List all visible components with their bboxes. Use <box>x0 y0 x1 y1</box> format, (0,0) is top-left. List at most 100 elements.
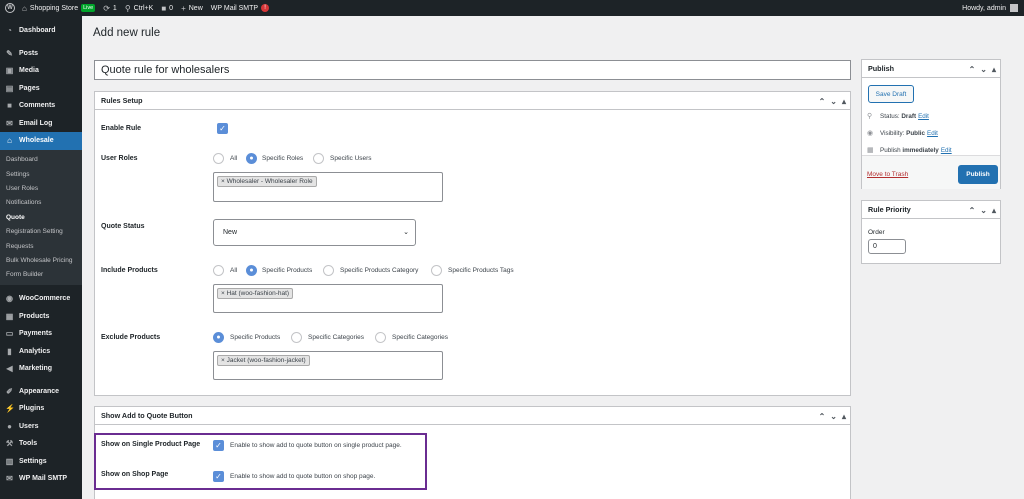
menu-settings[interactable]: ▥ Settings <box>0 453 82 471</box>
publish-time-row: ▦ Publish immediately Edit <box>867 146 952 155</box>
edit-visibility-link[interactable]: Edit <box>927 130 938 137</box>
exclude-specific-products-radio[interactable]: ● <box>213 332 224 343</box>
menu-pages[interactable]: ▤ Pages <box>0 80 82 98</box>
pin-icon: ⚲ <box>867 113 873 120</box>
submenu-form-builder[interactable]: Form Builder <box>0 268 82 282</box>
highlight-box <box>94 433 427 490</box>
move-down-icon[interactable]: ⌄ <box>980 65 987 74</box>
rule-title-input[interactable]: Quote rule for wholesalers <box>94 60 851 80</box>
calendar-icon: ▦ <box>867 147 874 154</box>
refresh-icon: ⟳ <box>103 3 110 13</box>
submenu-user-roles[interactable]: User Roles <box>0 181 82 195</box>
move-up-icon[interactable]: ⌃ <box>819 412 826 421</box>
order-input[interactable]: 0 <box>868 239 906 254</box>
radio-label: All <box>230 267 238 274</box>
include-products-select[interactable]: × Hat (woo-fashion-hat) <box>213 284 443 313</box>
search-icon: ⚲ <box>124 3 131 13</box>
move-up-icon[interactable]: ⌃ <box>819 97 826 106</box>
include-specific-category-radio[interactable] <box>323 265 334 276</box>
enable-rule-checkbox[interactable]: ✓ <box>217 123 228 134</box>
wholesale-submenu: Dashboard Settings User Roles Notificati… <box>0 149 82 286</box>
move-down-icon[interactable]: ⌄ <box>830 97 837 106</box>
publish-box: Publish ⌃ ⌄ ▴ Save Draft ⚲ Status: Draft… <box>861 59 1001 189</box>
visibility-row: ◉ Visibility: Public Edit <box>867 129 938 138</box>
user-roles-specific-roles-radio[interactable]: ● <box>246 153 257 164</box>
menu-woocommerce[interactable]: ◉ WooCommerce <box>0 290 82 308</box>
submenu-notifications[interactable]: Notifications <box>0 196 82 210</box>
menu-marketing[interactable]: ◀ Marketing <box>0 360 82 378</box>
pin-icon: ✎ <box>6 48 13 58</box>
submenu-bulk-wholesale-pricing[interactable]: Bulk Wholesale Pricing <box>0 253 82 267</box>
toggle-panel-icon[interactable]: ▴ <box>992 65 996 74</box>
new-content-link[interactable]: + New <box>181 4 203 13</box>
quote-status-select[interactable]: New ⌄ <box>213 219 416 246</box>
menu-tools[interactable]: ⚒ Tools <box>0 435 82 453</box>
user-roles-specific-users-radio[interactable] <box>313 153 324 164</box>
menu-wp-mail-smtp[interactable]: ✉ WP Mail SMTP <box>0 470 82 488</box>
submenu-dashboard[interactable]: Dashboard <box>0 153 82 167</box>
exclude-products-select[interactable]: × Jacket (woo-fashion-jacket) <box>213 351 443 380</box>
menu-products[interactable]: ▦ Products <box>0 308 82 326</box>
edit-publish-time-link[interactable]: Edit <box>941 147 952 154</box>
rules-setup-box: Rules Setup ⌃ ⌄ ▴ Enable Rule ✓ User Rol… <box>94 91 851 396</box>
menu-payments[interactable]: ▭ Payments <box>0 325 82 343</box>
toggle-panel-icon[interactable]: ▴ <box>842 412 846 421</box>
edit-status-link[interactable]: Edit <box>918 113 929 120</box>
selected-excluded-product-tag[interactable]: × Jacket (woo-fashion-jacket) <box>217 355 310 366</box>
radio-label: Specific Products <box>230 334 281 341</box>
chart-icon: ▮ <box>7 346 12 356</box>
include-specific-tags-radio[interactable] <box>431 265 442 276</box>
menu-wholesale[interactable]: ⌂ Wholesale <box>0 132 82 150</box>
eye-icon: ◉ <box>867 130 874 137</box>
woo-icon: ◉ <box>6 294 13 304</box>
wordpress-logo-icon[interactable]: W <box>5 3 15 13</box>
submenu-settings[interactable]: Settings <box>0 167 82 181</box>
user-roles-all-radio[interactable] <box>213 153 224 164</box>
comments-link[interactable]: ■ 0 <box>161 4 173 13</box>
radio-label: All <box>230 155 238 162</box>
publish-button[interactable]: Publish <box>958 165 998 184</box>
save-draft-button[interactable]: Save Draft <box>868 85 914 103</box>
move-up-icon[interactable]: ⌃ <box>969 65 976 74</box>
updates-link[interactable]: ⟳ 1 <box>103 4 117 13</box>
wp-mail-smtp-link[interactable]: WP Mail SMTP ! <box>211 4 270 12</box>
radio-label: Specific Roles <box>262 155 304 162</box>
selected-product-tag[interactable]: × Hat (woo-fashion-hat) <box>217 288 294 299</box>
rule-priority-header: Rule Priority ⌃ ⌄ ▴ <box>862 201 1000 219</box>
menu-media[interactable]: ▣ Media <box>0 62 82 80</box>
selected-role-tag[interactable]: × Wholesaler - Wholesaler Role <box>217 176 317 187</box>
submenu-quote[interactable]: Quote <box>0 210 82 224</box>
submenu-registration-setting[interactable]: Registration Setting <box>0 224 82 238</box>
toggle-panel-icon[interactable]: ▴ <box>842 97 846 106</box>
status-row: ⚲ Status: Draft Edit <box>867 112 929 121</box>
submenu-requests[interactable]: Requests <box>0 239 82 253</box>
include-all-radio[interactable] <box>213 265 224 276</box>
move-down-icon[interactable]: ⌄ <box>830 412 837 421</box>
user-roles-select[interactable]: × Wholesaler - Wholesaler Role <box>213 172 443 202</box>
menu-plugins[interactable]: ⚡ Plugins <box>0 400 82 418</box>
move-to-trash-link[interactable]: Move to Trash <box>867 171 908 178</box>
menu-users[interactable]: ● Users <box>0 418 82 436</box>
menu-posts[interactable]: ✎ Posts <box>0 45 82 63</box>
rules-setup-header: Rules Setup ⌃ ⌄ ▴ <box>95 92 850 110</box>
radio-label: Specific Categories <box>392 334 448 341</box>
order-label: Order <box>868 229 885 236</box>
plus-icon: + <box>181 3 186 13</box>
move-down-icon[interactable]: ⌄ <box>980 206 987 215</box>
menu-email-log[interactable]: ✉ Email Log <box>0 115 82 133</box>
menu-comments[interactable]: ■ Comments <box>0 97 82 115</box>
exclude-specific-categories-radio-2[interactable] <box>375 332 386 343</box>
toggle-panel-icon[interactable]: ▴ <box>992 206 996 215</box>
admin-sidebar: ◔ Dashboard ✎ Posts ▣ Media ▤ Pages ■ Comment… <box>0 16 82 499</box>
include-specific-products-radio[interactable]: ● <box>246 265 257 276</box>
exclude-specific-categories-radio[interactable] <box>291 332 302 343</box>
menu-analytics[interactable]: ▮ Analytics <box>0 343 82 361</box>
site-name-link[interactable]: ⌂ Shopping Store Live <box>22 4 96 13</box>
menu-dashboard[interactable]: ◔ Dashboard <box>0 22 82 40</box>
show-quote-header: Show Add to Quote Button ⌃ ⌄ ▴ <box>95 407 850 425</box>
radio-label: Specific Users <box>330 155 372 162</box>
account-menu[interactable]: Howdy, admin <box>962 0 1018 16</box>
menu-appearance[interactable]: ✐ Appearance <box>0 383 82 401</box>
move-up-icon[interactable]: ⌃ <box>969 206 976 215</box>
command-palette-link[interactable]: ⚲ Ctrl+K <box>125 4 154 13</box>
